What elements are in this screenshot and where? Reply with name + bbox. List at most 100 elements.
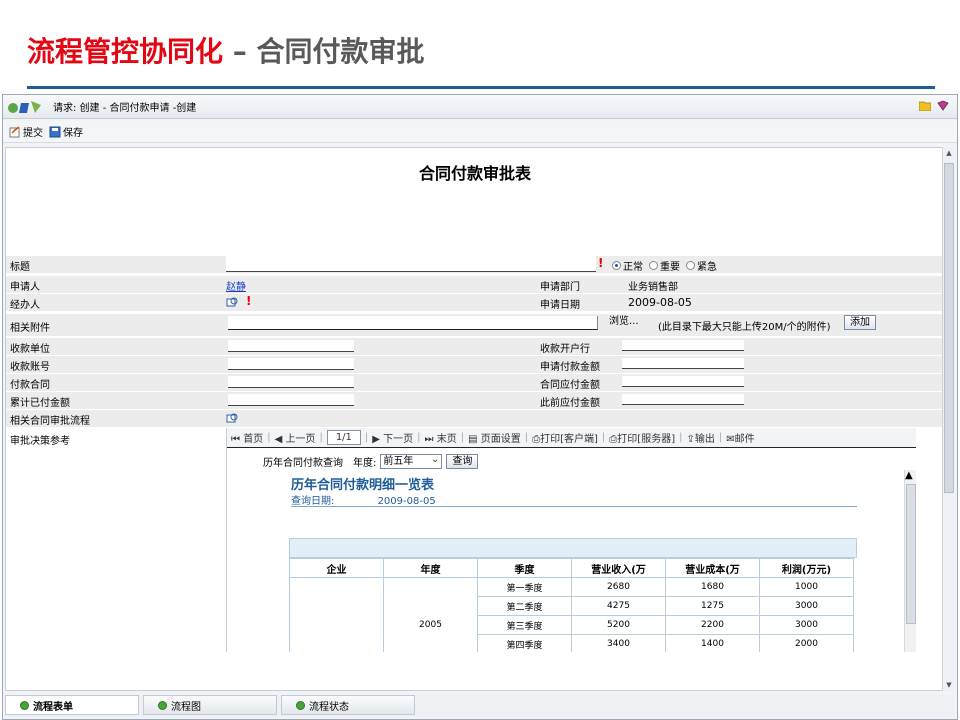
mail-label: 邮件 (734, 434, 755, 445)
query-label: 历年合同付款查询 (263, 458, 343, 469)
attachment-input[interactable] (228, 316, 598, 330)
col-header: 营业收入(万 (571, 558, 666, 578)
report-body: 历年合同付款明细一览表 查询日期: 2009-08-05 企业 年度 季度 营业… (227, 470, 917, 652)
next-page-button[interactable]: ▶ 下一页 (372, 430, 413, 445)
dept-value: 业务销售部 (628, 282, 678, 293)
priority-normal-radio[interactable]: 正常 (612, 258, 643, 273)
tab-flow-status[interactable]: 流程状态 (281, 695, 415, 715)
table-cell: 2680 (571, 577, 666, 597)
col-header: 营业成本(万 (665, 558, 760, 578)
label-decision-ref: 审批决策参考 (10, 436, 70, 447)
req-amount-input[interactable] (622, 358, 744, 369)
apply-date-value: 2009-08-05 (628, 296, 692, 309)
prev-due-input[interactable] (622, 394, 744, 405)
bank-input[interactable] (622, 340, 744, 351)
window-titlebar: 请求: 创建 - 合同付款申请 -创建 (3, 95, 957, 119)
priority-urgent-radio[interactable]: 紧急 (686, 258, 717, 273)
subject-input[interactable] (226, 256, 596, 272)
form-toolbar: 提交 保存 (3, 121, 957, 143)
tab-flow-form[interactable]: 流程表单 (5, 695, 139, 715)
account-input-bg (228, 358, 354, 369)
tab-flow-chart-label: 流程图 (171, 701, 201, 713)
submit-icon (9, 125, 20, 137)
report-title: 历年合同付款明细一览表 (291, 478, 435, 493)
form-scroll-thumb[interactable] (944, 163, 954, 493)
col-header: 利润(万元) (759, 558, 854, 578)
form-scroll-up-icon[interactable]: ▲ (943, 147, 955, 159)
contract-underline (228, 387, 354, 388)
app-logo-icon (7, 99, 47, 115)
submit-button[interactable]: 提交 (9, 124, 43, 139)
tab-flow-status-label: 流程状态 (309, 701, 349, 713)
table-cell: 2200 (665, 615, 760, 635)
year-label: 年度: (353, 458, 377, 469)
contract-due-input[interactable] (622, 376, 744, 387)
contract-input-bg (228, 376, 354, 387)
book-icon[interactable] (937, 100, 949, 114)
payee-input-bg (228, 340, 354, 351)
label-related-flow: 相关合同审批流程 (10, 416, 90, 427)
label-prev-due: 此前应付金额 (540, 398, 600, 409)
export-icon: ⇪ (686, 434, 695, 445)
form-scrollbar[interactable]: ▲ ▼ (942, 147, 954, 691)
row-paid-bg (6, 392, 942, 409)
folder-icon[interactable] (918, 100, 932, 114)
priority-important-radio[interactable]: 重要 (649, 258, 680, 273)
paid-total-underline (228, 405, 354, 406)
print-client-button[interactable]: ⎙打印[客户端] (532, 430, 598, 445)
page-setup-label: 页面设置 (480, 434, 521, 445)
company-cell (289, 577, 384, 652)
applicant-link[interactable]: 赵静 (226, 278, 246, 293)
print-server-button[interactable]: ⎙打印[服务器] (609, 430, 675, 445)
form-scroll-down-icon[interactable]: ▼ (943, 679, 955, 691)
label-bank: 收款开户行 (540, 344, 590, 355)
tab-flow-form-label: 流程表单 (33, 701, 73, 713)
table-cell: 3000 (759, 615, 854, 635)
handler-required-mark: ! (246, 294, 252, 308)
required-mark: ! (598, 256, 604, 270)
page-setup-icon: ▤ (468, 434, 478, 445)
window-title: 请求: 创建 - 合同付款申请 -创建 (53, 103, 197, 114)
save-button[interactable]: 保存 (49, 124, 83, 139)
row-account-bg (6, 356, 942, 373)
export-button[interactable]: ⇪输出 (686, 430, 714, 445)
bottom-tab-bar: 流程表单 流程图 流程状态 (5, 695, 955, 717)
flow-browse-icon[interactable] (226, 412, 238, 427)
report-table: 企业 年度 季度 营业收入(万 营业成本(万 利润(万元) 2005 第一季度 26… (289, 558, 854, 652)
mail-icon: ✉ (726, 434, 735, 445)
table-cell: 第四季度 (477, 634, 572, 652)
page-setup-button[interactable]: ▤ 页面设置 (468, 430, 521, 445)
label-handler: 经办人 (10, 300, 40, 311)
slide-title-main: 流程管控协同化 (27, 35, 224, 68)
form-title: 合同付款审批表 (418, 164, 531, 183)
page-indicator[interactable]: 1/1 (326, 430, 361, 445)
first-page-button[interactable]: ⏮ 首页 (231, 430, 263, 445)
report-scroll-thumb[interactable] (906, 484, 916, 624)
print-server-label: 打印[服务器] (617, 434, 676, 445)
row-flow-bg (6, 410, 942, 427)
tab-flow-chart[interactable]: 流程图 (143, 695, 277, 715)
year-select[interactable]: 前五年 (380, 453, 443, 469)
report-toolbar: ⏮ 首页 | ◀ 上一页 | 1/1 | ▶ 下一页 | ⏭ 末页 | ▤ 页面… (227, 428, 916, 448)
last-page-button[interactable]: ⏭ 末页 (425, 430, 457, 445)
query-button[interactable]: 查询 (446, 454, 479, 469)
save-label: 保存 (63, 128, 83, 139)
scroll-up-icon[interactable]: ▲ (905, 470, 916, 481)
table-cell: 第一季度 (477, 577, 572, 597)
col-header: 年度 (383, 558, 478, 578)
browse-button[interactable]: 浏览... (604, 315, 644, 330)
label-paid-total: 累计已付金额 (10, 398, 70, 409)
paid-total-input-bg (228, 394, 354, 405)
report-header-row: 企业 年度 季度 营业收入(万 营业成本(万 利润(万元) (289, 558, 854, 578)
add-attachment-button[interactable]: 添加 (844, 315, 876, 330)
report-scrollbar[interactable]: ▲ (904, 470, 916, 652)
prev-page-button[interactable]: ◀ 上一页 (275, 430, 316, 445)
table-cell: 第二季度 (477, 596, 572, 616)
user-browse-icon[interactable] (226, 296, 238, 311)
print-client-icon: ⎙ (532, 434, 541, 445)
mail-button[interactable]: ✉邮件 (726, 430, 754, 445)
report-viewer: ⏮ 首页 | ◀ 上一页 | 1/1 | ▶ 下一页 | ⏭ 末页 | ▤ 页面… (226, 428, 916, 652)
table-cell: 3400 (571, 634, 666, 652)
col-header: 企业 (289, 558, 384, 578)
form-content: 合同付款审批表 标题 申请人 经办人 相关附件 收款单位 收款账号 付款合同 累… (5, 147, 943, 691)
